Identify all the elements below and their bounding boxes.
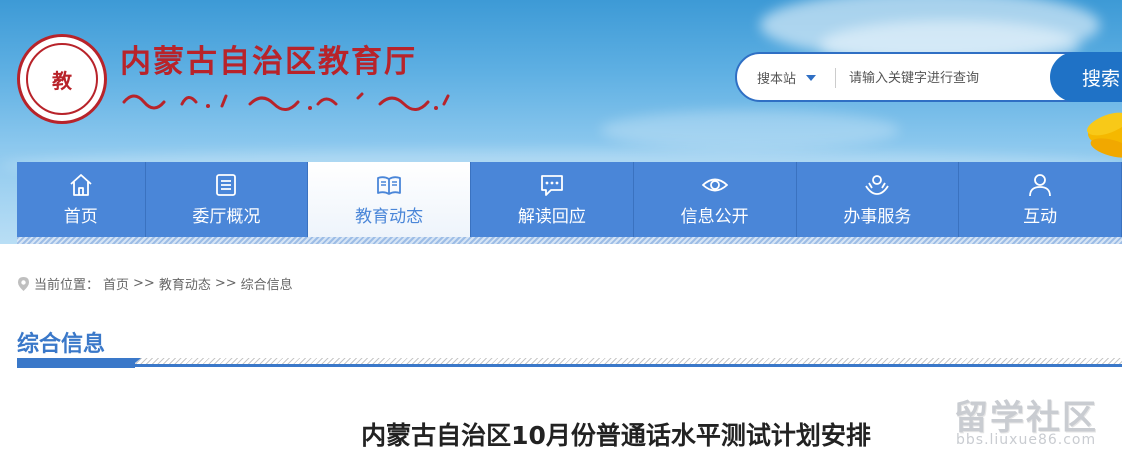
main-nav: 首页 委厅概况 教育动态 解读回应 信息公开 办事服务 互动 — [17, 162, 1122, 237]
nav-item-overview[interactable]: 委厅概况 — [145, 162, 309, 237]
site-title[interactable]: 内蒙古自治区教育厅 — [120, 36, 417, 81]
service-icon — [865, 175, 890, 195]
search-box: 搜本站 搜索 — [735, 52, 1122, 102]
emblem-inner: 教 — [26, 43, 98, 115]
breadcrumb-prefix: 当前位置： — [34, 278, 100, 293]
nav-underline — [17, 237, 1122, 244]
breadcrumb: 当前位置： 首页 >> 教育动态 >> 综合信息 — [17, 274, 293, 293]
nav-item-info-disclosure[interactable]: 信息公开 — [633, 162, 797, 237]
divider-accent — [17, 358, 135, 368]
breadcrumb-link-education-news[interactable]: 教育动态 — [159, 274, 211, 293]
breadcrumb-separator: >> — [133, 276, 155, 291]
department-emblem[interactable]: 教 — [17, 34, 107, 124]
nav-item-home[interactable]: 首页 — [17, 162, 146, 237]
user-icon — [1029, 174, 1052, 197]
nav-item-label: 教育动态 — [355, 207, 424, 227]
search-input[interactable] — [849, 64, 1039, 92]
nav-item-label: 办事服务 — [843, 207, 912, 227]
breadcrumb-link-home[interactable]: 首页 — [103, 274, 129, 293]
nav-item-education-news[interactable]: 教育动态 — [308, 162, 472, 237]
site-header: 教 内蒙古自治区教育厅 搜本站 搜索 — [0, 0, 1122, 244]
nav-item-label: 互动 — [1023, 207, 1058, 227]
watermark-sub: bbs.liuxue86.com — [956, 432, 1097, 448]
mongolian-script-title — [122, 92, 450, 111]
book-icon — [377, 176, 402, 195]
search-scope-select[interactable]: 搜本站 — [757, 68, 817, 87]
nav-item-label: 委厅概况 — [192, 207, 261, 227]
nav-item-interpretation[interactable]: 解读回应 — [471, 162, 634, 237]
divider-slant — [129, 358, 141, 368]
watermark: 留学社区 bbs.liuxue86.com — [942, 390, 1112, 452]
nav-item-services[interactable]: 办事服务 — [796, 162, 960, 237]
eye-icon — [701, 178, 728, 192]
list-icon — [216, 174, 237, 196]
chat-icon — [541, 175, 563, 196]
sunflower-decoration — [1087, 112, 1122, 158]
section-title: 综合信息 — [17, 332, 106, 357]
breadcrumb-link-general-info[interactable]: 综合信息 — [241, 274, 293, 293]
divider — [835, 68, 836, 88]
nav-item-label: 解读回应 — [517, 207, 586, 227]
nav-item-label: 首页 — [63, 207, 98, 227]
divider-line — [135, 364, 1122, 367]
nav-item-label: 信息公开 — [680, 207, 749, 227]
home-icon — [70, 174, 92, 196]
nav-item-interaction[interactable]: 互动 — [959, 162, 1122, 237]
search-button[interactable]: 搜索 — [1050, 52, 1122, 102]
search-scope-label: 搜本站 — [757, 72, 797, 87]
cloud — [600, 110, 900, 150]
caret-down-icon — [806, 74, 817, 81]
breadcrumb-separator: >> — [214, 276, 237, 291]
section-divider — [17, 356, 1122, 368]
location-pin-icon — [18, 276, 29, 291]
